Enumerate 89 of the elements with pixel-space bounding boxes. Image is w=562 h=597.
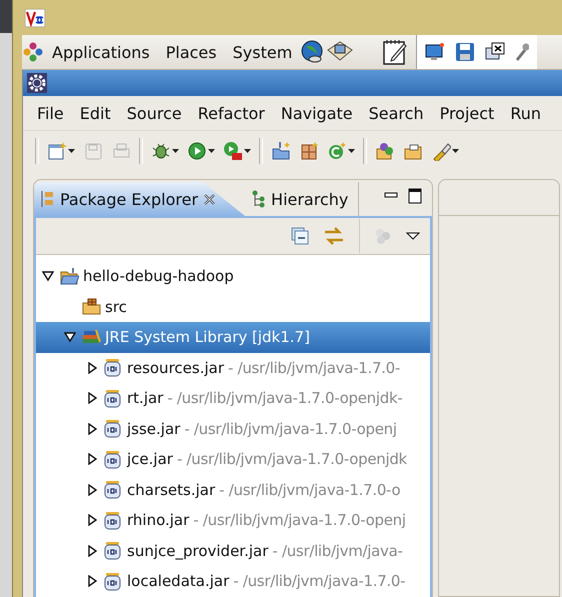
tree-row[interactable]: resources.jar - /usr/lib/jvm/java-1.7.0- — [36, 352, 430, 383]
collapse-all-icon[interactable] — [291, 227, 309, 245]
collapsed-triangle-icon[interactable] — [86, 392, 98, 404]
tree-label: hello-debug-hadoop — [83, 267, 234, 286]
menu-item[interactable]: Search — [360, 104, 432, 122]
tree-row[interactable]: JRE System Library [jdk1.7] — [36, 322, 430, 352]
jar-icon — [104, 510, 123, 530]
tree-row[interactable]: jsse.jar - /usr/lib/jvm/java-1.7.0-openj — [36, 414, 430, 444]
jar-path: - /usr/lib/jvm/java-1.7.0-openjdk- — [167, 389, 402, 408]
view-menu-icon[interactable] — [406, 232, 420, 240]
tree-label: jsse.jar — [127, 420, 180, 438]
project-folder-icon — [60, 266, 79, 286]
tree-label: sunjce_provider.jar — [127, 542, 268, 560]
jar-icon — [104, 388, 123, 408]
caret-icon[interactable] — [172, 149, 179, 153]
caret-icon[interactable] — [348, 149, 355, 153]
new-project-icon[interactable] — [271, 141, 291, 161]
run-toolbox-icon[interactable] — [223, 141, 243, 161]
tree-row[interactable]: rhino.jar - /usr/lib/jvm/java-1.7.0-openj — [36, 505, 430, 536]
tree-row[interactable]: charsets.jar - /usr/lib/jvm/java-1.7.0-o — [36, 474, 430, 505]
run-icon[interactable] — [187, 141, 207, 161]
menu-item[interactable]: Project — [432, 104, 502, 122]
jar-path: - /usr/lib/jvm/java- — [272, 542, 403, 560]
jar-icon — [104, 480, 123, 500]
tree-label: resources.jar — [127, 358, 224, 377]
tree-row[interactable]: rt.jar - /usr/lib/jvm/java-1.7.0-openjdk- — [36, 383, 430, 414]
package-tree-icon — [40, 190, 54, 208]
collapsed-triangle-icon[interactable] — [86, 362, 98, 374]
collapsed-triangle-icon[interactable] — [86, 484, 98, 496]
tree-label: jce.jar — [127, 450, 173, 468]
collapsed-triangle-icon[interactable] — [86, 514, 98, 526]
jar-path: - /usr/lib/jvm/java-1.7.0-o — [219, 480, 400, 499]
tree-label: charsets.jar — [127, 480, 216, 499]
jar-icon — [104, 358, 123, 378]
monitor-icon[interactable] — [425, 42, 446, 62]
menu-item[interactable]: Navigate — [272, 104, 361, 122]
tree-label: rhino.jar — [127, 511, 190, 530]
view-tab[interactable]: Package Explorer — [34, 182, 246, 216]
panel-menu[interactable]: Applications — [44, 42, 158, 62]
tree-label: JRE System Library [jdk1.7] — [105, 328, 310, 346]
collapsed-triangle-icon[interactable] — [86, 422, 98, 435]
collapsed-triangle-icon[interactable] — [86, 544, 98, 557]
jar-icon — [104, 419, 123, 438]
jar-path: - /usr/lib/jvm/java-1.7.0-openjdk — [176, 450, 407, 468]
panel-menu[interactable]: Places — [158, 42, 225, 62]
new-package-icon[interactable] — [299, 141, 319, 161]
tree-row[interactable]: jce.jar - /usr/lib/jvm/java-1.7.0-openjdk — [36, 444, 430, 474]
collapsed-triangle-icon[interactable] — [86, 575, 98, 588]
tree-label: rt.jar — [127, 389, 164, 408]
open-type-icon[interactable] — [375, 141, 395, 161]
panel-menu[interactable]: System — [224, 42, 300, 62]
tree-row[interactable]: hello-debug-hadoop — [36, 261, 430, 292]
package-folder-icon — [82, 297, 101, 316]
hierarchy-icon — [251, 190, 266, 208]
link-arrows-icon[interactable] — [323, 226, 345, 246]
caret-icon[interactable] — [452, 149, 459, 153]
caret-icon[interactable] — [68, 149, 75, 153]
close-windows-icon[interactable] — [485, 42, 506, 62]
close-icon[interactable] — [204, 194, 216, 204]
tree-label: src — [105, 298, 127, 316]
menu-item[interactable]: Refactor — [190, 104, 273, 122]
collapsed-triangle-icon[interactable] — [86, 453, 98, 466]
notepad-icon[interactable] — [382, 38, 408, 66]
vnc-logo-icon — [25, 8, 45, 26]
new-window-icon[interactable] — [47, 141, 67, 161]
tree-row[interactable]: sunjce_provider.jar - /usr/lib/jvm/java- — [36, 536, 430, 566]
menu-item[interactable]: Edit — [72, 104, 119, 122]
caret-icon[interactable] — [208, 149, 215, 153]
eclipse-gear-icon — [27, 73, 47, 93]
caret-icon[interactable] — [244, 149, 251, 153]
menu-item[interactable]: Source — [118, 104, 190, 122]
jar-icon — [104, 450, 123, 469]
menu-item[interactable]: File — [29, 104, 72, 122]
jar-path: - /usr/lib/jvm/java-1.7.0- — [233, 572, 406, 590]
tree-row[interactable]: localedata.jar - /usr/lib/jvm/java-1.7.0- — [36, 566, 430, 596]
bug-icon[interactable] — [151, 141, 171, 161]
jar-path: - /usr/lib/jvm/java-1.7.0- — [228, 358, 400, 377]
view-tab[interactable]: Hierarchy — [245, 182, 360, 216]
jar-path: - /usr/lib/jvm/java-1.7.0-openj — [184, 420, 397, 438]
jar-icon — [104, 541, 123, 560]
menu-item[interactable]: Run — [502, 104, 550, 122]
expanded-triangle-icon[interactable] — [42, 270, 54, 282]
expanded-triangle-icon[interactable] — [64, 331, 76, 344]
tree-label: localedata.jar — [127, 572, 230, 590]
flashlight-icon[interactable] — [431, 141, 451, 161]
jar-path: - /usr/lib/jvm/java-1.7.0-openj — [193, 511, 406, 530]
tree-row[interactable]: src — [36, 292, 430, 322]
jar-icon — [104, 572, 123, 591]
maximize-icon[interactable] — [408, 188, 422, 204]
